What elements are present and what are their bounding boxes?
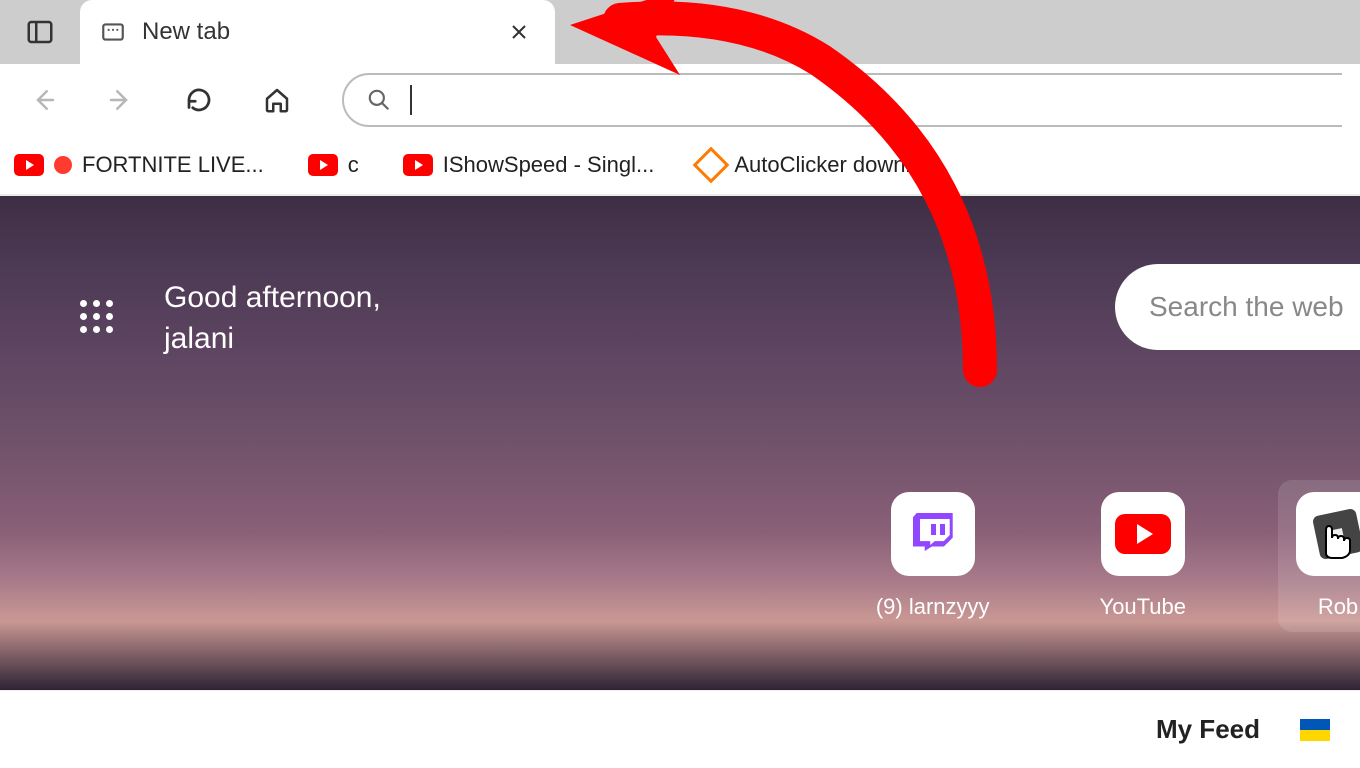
new-tab-content: Good afternoon, jalani Search the web (9… [0, 196, 1360, 690]
text-cursor [410, 85, 412, 115]
forward-button[interactable] [96, 75, 146, 125]
bookmark-item[interactable]: AutoClicker downlo... [688, 146, 951, 184]
close-icon [510, 23, 528, 41]
quick-link-roblox[interactable]: Rob [1296, 492, 1360, 620]
live-indicator-icon [54, 156, 72, 174]
search-icon [366, 87, 392, 113]
forward-arrow-icon [106, 85, 136, 115]
tab-close-button[interactable] [503, 16, 535, 48]
new-tab-icon [100, 19, 126, 45]
quick-link-youtube[interactable]: YouTube [1100, 492, 1186, 620]
home-icon [262, 85, 292, 115]
back-button[interactable] [18, 75, 68, 125]
bookmark-label: c [348, 152, 359, 178]
quick-link-label: Rob [1296, 594, 1360, 620]
tab-actions-button[interactable] [0, 0, 80, 64]
quick-link-label: (9) larnzyyy [876, 594, 990, 620]
search-the-web-box[interactable]: Search the web [1115, 264, 1360, 350]
greeting-line2: jalani [164, 319, 381, 360]
bookmark-item[interactable]: c [298, 146, 369, 184]
feed-bar: My Feed [0, 690, 1360, 768]
bookmark-item[interactable]: FORTNITE LIVE... [4, 146, 274, 184]
back-arrow-icon [28, 85, 58, 115]
bookmark-label: AutoClicker downlo... [734, 152, 941, 178]
tab-strip: New tab [0, 0, 1360, 64]
refresh-button[interactable] [174, 75, 224, 125]
app-launcher-button[interactable] [76, 296, 116, 336]
roblox-icon [1312, 508, 1360, 560]
greeting-line1: Good afternoon, [164, 278, 381, 319]
bookmark-label: FORTNITE LIVE... [82, 152, 264, 178]
address-input[interactable] [430, 87, 1320, 113]
autoclicker-icon [693, 147, 730, 184]
youtube-icon [308, 154, 338, 176]
tab-title: New tab [142, 18, 487, 46]
quick-links: (9) larnzyyy YouTube Rob [876, 492, 1360, 620]
my-feed-tab[interactable]: My Feed [1156, 714, 1260, 745]
quick-link-twitch[interactable]: (9) larnzyyy [876, 492, 990, 620]
quick-link-label: YouTube [1100, 594, 1186, 620]
toolbar [0, 64, 1360, 136]
twitch-icon [910, 511, 956, 557]
youtube-icon [1115, 514, 1171, 554]
bookmarks-bar: FORTNITE LIVE... c IShowSpeed - Singl...… [0, 136, 1360, 196]
home-button[interactable] [252, 75, 302, 125]
address-bar[interactable] [342, 73, 1342, 127]
youtube-icon [14, 154, 44, 176]
search-web-placeholder: Search the web [1149, 291, 1344, 323]
bookmark-label: IShowSpeed - Singl... [443, 152, 655, 178]
greeting-text: Good afternoon, jalani [164, 278, 381, 359]
browser-tab[interactable]: New tab [80, 0, 555, 64]
bookmark-item[interactable]: IShowSpeed - Singl... [393, 146, 665, 184]
youtube-icon [403, 154, 433, 176]
tab-actions-icon [25, 17, 55, 47]
refresh-icon [184, 85, 214, 115]
ukraine-flag-icon[interactable] [1300, 719, 1330, 741]
